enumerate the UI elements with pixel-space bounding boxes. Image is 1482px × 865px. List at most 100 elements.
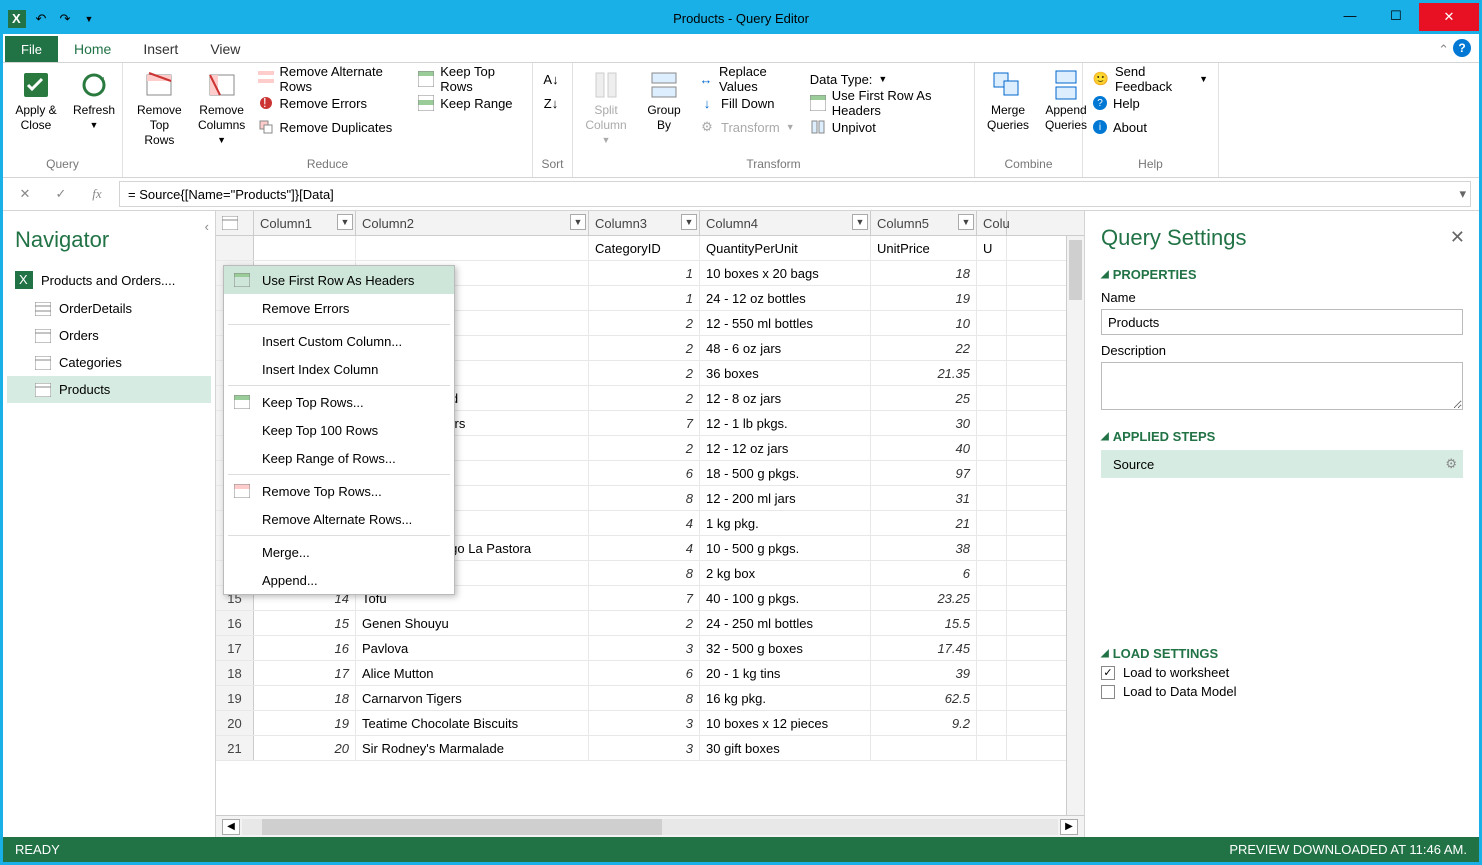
column-header[interactable]: Column3▼ [589, 211, 700, 235]
use-first-row-headers-button[interactable]: Use First Row As Headers [806, 91, 968, 115]
close-button[interactable]: ✕ [1419, 3, 1479, 31]
table-row[interactable]: 2019Teatime Chocolate Biscuits310 boxes … [216, 711, 1084, 736]
remove-alternate-rows-button[interactable]: Remove Alternate Rows [254, 67, 411, 91]
home-tab[interactable]: Home [58, 36, 127, 62]
transform-button[interactable]: ⚙Transform ▼ [695, 115, 802, 139]
menu-icon [232, 392, 252, 412]
view-tab[interactable]: View [194, 36, 256, 62]
apply-close-button[interactable]: Apply & Close [9, 67, 63, 155]
filter-dropdown-icon[interactable]: ▼ [337, 214, 353, 230]
filter-dropdown-icon[interactable]: ▼ [852, 214, 868, 230]
group-label: Sort [539, 155, 566, 173]
table-row[interactable]: 2120Sir Rodney's Marmalade330 gift boxes [216, 736, 1084, 761]
menu-item[interactable]: Merge... [224, 538, 454, 566]
description-label: Description [1101, 343, 1463, 358]
merge-queries-button[interactable]: Merge Queries [981, 67, 1035, 155]
maximize-button[interactable]: ☐ [1373, 3, 1419, 28]
table-icon [35, 302, 51, 316]
formula-dropdown-icon[interactable]: ▾ [1459, 186, 1466, 202]
keep-range-button[interactable]: Keep Range [414, 91, 526, 115]
gear-icon[interactable]: ⚙ [1445, 456, 1457, 472]
table-row[interactable]: 1918Carnarvon Tigers816 kg pkg.62.5 [216, 686, 1084, 711]
load-to-worksheet-checkbox[interactable]: ✓Load to worksheet [1101, 665, 1463, 680]
remove-duplicates-button[interactable]: Remove Duplicates [254, 115, 411, 139]
remove-top-rows-button[interactable]: Remove Top Rows [129, 67, 190, 155]
formula-input[interactable]: = Source{[Name="Products"]}[Data]▾ [119, 181, 1471, 207]
help-button[interactable]: ?Help [1089, 91, 1212, 115]
nav-item-products[interactable]: Products [7, 376, 211, 403]
svg-text:!: ! [263, 95, 267, 110]
table-row[interactable]: 1716Pavlova332 - 500 g boxes17.45 [216, 636, 1084, 661]
nav-root[interactable]: XProducts and Orders.... [7, 265, 211, 295]
table-row[interactable]: 1817Alice Mutton620 - 1 kg tins39 [216, 661, 1084, 686]
menu-item[interactable]: Append... [224, 566, 454, 594]
vertical-scrollbar[interactable] [1066, 236, 1084, 815]
menu-item[interactable]: Keep Top Rows... [224, 388, 454, 416]
query-settings-pane: ✕ Query Settings ◢PROPERTIES Name Descri… [1084, 211, 1479, 837]
window-title: Products - Query Editor [3, 11, 1479, 26]
replace-values-button[interactable]: ↔Replace Values [695, 67, 802, 91]
close-pane-button[interactable]: ✕ [1450, 227, 1465, 248]
refresh-button[interactable]: Refresh▼ [67, 67, 121, 155]
applied-steps-header[interactable]: ◢APPLIED STEPS [1101, 429, 1463, 444]
menu-item[interactable]: Remove Top Rows... [224, 477, 454, 505]
group-by-button[interactable]: Group By [637, 67, 691, 155]
insert-tab[interactable]: Insert [127, 36, 194, 62]
horizontal-scrollbar[interactable]: ◀ ▶ [216, 815, 1084, 837]
load-to-data-model-checkbox[interactable]: Load to Data Model [1101, 684, 1463, 699]
nav-item-orders[interactable]: Orders [7, 322, 211, 349]
unpivot-button[interactable]: Unpivot [806, 115, 968, 139]
fill-down-button[interactable]: ↓Fill Down [695, 91, 802, 115]
menu-icon [232, 270, 252, 290]
remove-columns-button[interactable]: Remove Columns▼ [194, 67, 250, 155]
formula-bar: ✕ ✓ fx = Source{[Name="Products"]}[Data]… [3, 178, 1479, 211]
column-header[interactable]: Column4▼ [700, 211, 871, 235]
column-header[interactable]: Column2▼ [356, 211, 589, 235]
column-header[interactable]: Column5▼ [871, 211, 977, 235]
ribbon-tabs: File Home Insert View ⌃ ? [3, 34, 1479, 63]
sort-asc-button[interactable]: A↓ [539, 67, 566, 91]
column-header[interactable]: Column1▼ [254, 211, 356, 235]
scroll-right-icon[interactable]: ▶ [1060, 819, 1078, 835]
load-settings-header[interactable]: ◢LOAD SETTINGS [1101, 646, 1463, 661]
keep-top-rows-button[interactable]: Keep Top Rows [414, 67, 526, 91]
table-row[interactable]: 1615Genen Shouyu224 - 250 ml bottles15.5 [216, 611, 1084, 636]
name-input[interactable] [1101, 309, 1463, 335]
scroll-left-icon[interactable]: ◀ [222, 819, 240, 835]
minimize-button[interactable]: — [1327, 3, 1373, 28]
description-input[interactable] [1101, 362, 1463, 410]
menu-item[interactable]: Remove Errors [224, 294, 454, 322]
menu-item[interactable]: Use First Row As Headers [224, 266, 454, 294]
menu-item[interactable]: Keep Top 100 Rows [224, 416, 454, 444]
group-label: Query [9, 155, 116, 173]
remove-errors-button[interactable]: !Remove Errors [254, 91, 411, 115]
column-header[interactable]: Colu [977, 211, 1007, 235]
menu-item[interactable]: Remove Alternate Rows... [224, 505, 454, 533]
fx-icon: fx [83, 182, 111, 206]
help-icon[interactable]: ? [1453, 39, 1471, 57]
properties-header[interactable]: ◢PROPERTIES [1101, 267, 1463, 282]
navigator-title: Navigator [7, 223, 211, 265]
nav-item-orderdetails[interactable]: OrderDetails [7, 295, 211, 322]
filter-dropdown-icon[interactable]: ▼ [958, 214, 974, 230]
nav-item-categories[interactable]: Categories [7, 349, 211, 376]
filter-dropdown-icon[interactable]: ▼ [570, 214, 586, 230]
accept-formula-button[interactable]: ✓ [47, 182, 75, 206]
menu-item[interactable]: Insert Custom Column... [224, 327, 454, 355]
column-header[interactable] [216, 211, 254, 235]
menu-item[interactable]: Keep Range of Rows... [224, 444, 454, 472]
collapse-icon: ◢ [1101, 269, 1109, 280]
svg-text:X: X [19, 272, 28, 287]
menu-item[interactable]: Insert Index Column [224, 355, 454, 383]
status-left: READY [15, 842, 60, 857]
filter-dropdown-icon[interactable]: ▼ [681, 214, 697, 230]
sort-desc-button[interactable]: Z↓ [539, 91, 566, 115]
about-button[interactable]: iAbout [1089, 115, 1212, 139]
cancel-formula-button[interactable]: ✕ [11, 182, 39, 206]
applied-step-source[interactable]: Source⚙ [1101, 450, 1463, 478]
send-feedback-button[interactable]: 🙂Send Feedback ▼ [1089, 67, 1212, 91]
navigator-collapse-icon[interactable]: ‹ [205, 219, 209, 234]
ribbon-collapse-icon[interactable]: ⌃ [1438, 42, 1449, 58]
split-column-button[interactable]: Split Column▼ [579, 67, 633, 155]
file-tab[interactable]: File [5, 36, 58, 62]
